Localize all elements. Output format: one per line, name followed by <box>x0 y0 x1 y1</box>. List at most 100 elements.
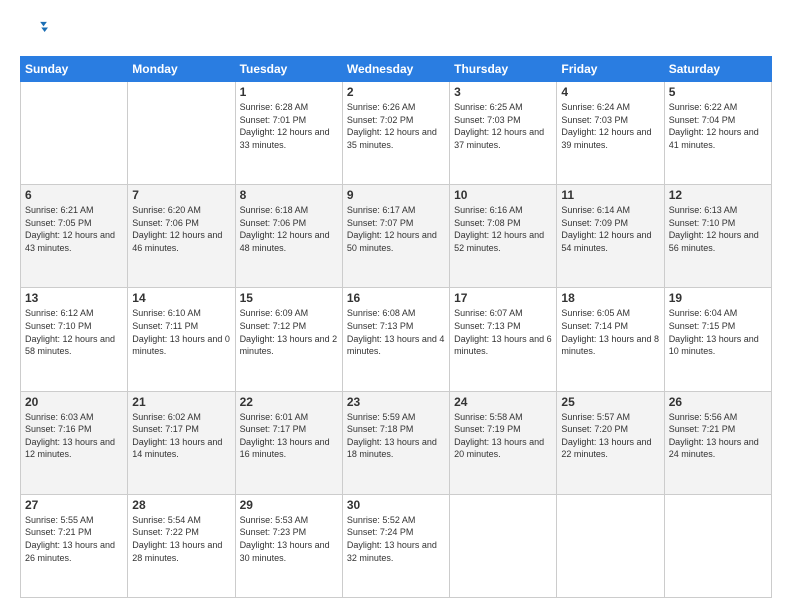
cell-info: Sunrise: 6:16 AM Sunset: 7:08 PM Dayligh… <box>454 204 552 254</box>
calendar-cell: 4 Sunrise: 6:24 AM Sunset: 7:03 PM Daylig… <box>557 82 664 185</box>
cell-info: Sunrise: 6:14 AM Sunset: 7:09 PM Dayligh… <box>561 204 659 254</box>
cell-info: Sunrise: 6:17 AM Sunset: 7:07 PM Dayligh… <box>347 204 445 254</box>
day-number: 12 <box>669 188 767 202</box>
calendar-cell: 30 Sunrise: 5:52 AM Sunset: 7:24 PM Dayli… <box>342 494 449 597</box>
week-row-4: 20 Sunrise: 6:03 AM Sunset: 7:16 PM Dayli… <box>21 391 772 494</box>
calendar-cell: 5Sunrise: 6:22 AM Sunset: 7:04 PM Daylig… <box>664 82 771 185</box>
week-row-3: 13Sunrise: 6:12 AM Sunset: 7:10 PM Dayli… <box>21 288 772 391</box>
cell-info: Sunrise: 6:09 AM Sunset: 7:12 PM Dayligh… <box>240 307 338 357</box>
day-number: 23 <box>347 395 445 409</box>
calendar-cell <box>557 494 664 597</box>
day-number: 1 <box>240 85 338 99</box>
calendar-cell: 17 Sunrise: 6:07 AM Sunset: 7:13 PM Dayli… <box>450 288 557 391</box>
day-header-friday: Friday <box>557 57 664 82</box>
calendar-cell: 10Sunrise: 6:16 AM Sunset: 7:08 PM Dayli… <box>450 185 557 288</box>
cell-info: Sunrise: 6:01 AM Sunset: 7:17 PM Dayligh… <box>240 411 338 461</box>
calendar-cell: 22 Sunrise: 6:01 AM Sunset: 7:17 PM Dayli… <box>235 391 342 494</box>
day-number: 2 <box>347 85 445 99</box>
calendar-cell: 12 Sunrise: 6:13 AM Sunset: 7:10 PM Dayli… <box>664 185 771 288</box>
calendar-cell: 27 Sunrise: 5:55 AM Sunset: 7:21 PM Dayli… <box>21 494 128 597</box>
cell-info: Sunrise: 6:28 AM Sunset: 7:01 PM Dayligh… <box>240 101 338 151</box>
calendar-cell: 20 Sunrise: 6:03 AM Sunset: 7:16 PM Dayli… <box>21 391 128 494</box>
day-number: 7 <box>132 188 230 202</box>
cell-info: Sunrise: 6:03 AM Sunset: 7:16 PM Dayligh… <box>25 411 123 461</box>
cell-info: Sunrise: 6:13 AM Sunset: 7:10 PM Dayligh… <box>669 204 767 254</box>
logo-icon <box>20 18 48 46</box>
calendar-cell <box>664 494 771 597</box>
calendar-cell: 24 Sunrise: 5:58 AM Sunset: 7:19 PM Dayli… <box>450 391 557 494</box>
calendar-cell: 14 Sunrise: 6:10 AM Sunset: 7:11 PM Dayli… <box>128 288 235 391</box>
calendar-cell: 9 Sunrise: 6:17 AM Sunset: 7:07 PM Daylig… <box>342 185 449 288</box>
day-header-sunday: Sunday <box>21 57 128 82</box>
cell-info: Sunrise: 5:54 AM Sunset: 7:22 PM Dayligh… <box>132 514 230 564</box>
cell-info: Sunrise: 5:56 AM Sunset: 7:21 PM Dayligh… <box>669 411 767 461</box>
cell-info: Sunrise: 5:58 AM Sunset: 7:19 PM Dayligh… <box>454 411 552 461</box>
calendar-cell: 8 Sunrise: 6:18 AM Sunset: 7:06 PM Daylig… <box>235 185 342 288</box>
calendar-cell: 23 Sunrise: 5:59 AM Sunset: 7:18 PM Dayli… <box>342 391 449 494</box>
cell-info: Sunrise: 5:53 AM Sunset: 7:23 PM Dayligh… <box>240 514 338 564</box>
calendar-cell: 29 Sunrise: 5:53 AM Sunset: 7:23 PM Dayli… <box>235 494 342 597</box>
calendar-cell: 25Sunrise: 5:57 AM Sunset: 7:20 PM Dayli… <box>557 391 664 494</box>
day-number: 20 <box>25 395 123 409</box>
day-number: 8 <box>240 188 338 202</box>
calendar-cell: 28 Sunrise: 5:54 AM Sunset: 7:22 PM Dayli… <box>128 494 235 597</box>
day-number: 19 <box>669 291 767 305</box>
day-header-tuesday: Tuesday <box>235 57 342 82</box>
day-header-saturday: Saturday <box>664 57 771 82</box>
cell-info: Sunrise: 6:07 AM Sunset: 7:13 PM Dayligh… <box>454 307 552 357</box>
day-number: 24 <box>454 395 552 409</box>
day-number: 15 <box>240 291 338 305</box>
cell-info: Sunrise: 6:18 AM Sunset: 7:06 PM Dayligh… <box>240 204 338 254</box>
cell-info: Sunrise: 6:04 AM Sunset: 7:15 PM Dayligh… <box>669 307 767 357</box>
cell-info: Sunrise: 6:05 AM Sunset: 7:14 PM Dayligh… <box>561 307 659 357</box>
calendar-cell <box>21 82 128 185</box>
calendar-cell: 18 Sunrise: 6:05 AM Sunset: 7:14 PM Dayli… <box>557 288 664 391</box>
day-number: 25 <box>561 395 659 409</box>
week-row-2: 6 Sunrise: 6:21 AM Sunset: 7:05 PM Daylig… <box>21 185 772 288</box>
day-header-monday: Monday <box>128 57 235 82</box>
cell-info: Sunrise: 6:25 AM Sunset: 7:03 PM Dayligh… <box>454 101 552 151</box>
calendar-cell: 15 Sunrise: 6:09 AM Sunset: 7:12 PM Dayli… <box>235 288 342 391</box>
day-number: 3 <box>454 85 552 99</box>
calendar-cell: 26Sunrise: 5:56 AM Sunset: 7:21 PM Dayli… <box>664 391 771 494</box>
day-number: 6 <box>25 188 123 202</box>
day-number: 21 <box>132 395 230 409</box>
day-number: 29 <box>240 498 338 512</box>
calendar-table: SundayMondayTuesdayWednesdayThursdayFrid… <box>20 56 772 598</box>
cell-info: Sunrise: 6:24 AM Sunset: 7:03 PM Dayligh… <box>561 101 659 151</box>
day-number: 4 <box>561 85 659 99</box>
header <box>20 18 772 46</box>
cell-info: Sunrise: 5:52 AM Sunset: 7:24 PM Dayligh… <box>347 514 445 564</box>
cell-info: Sunrise: 6:02 AM Sunset: 7:17 PM Dayligh… <box>132 411 230 461</box>
calendar-cell: 19 Sunrise: 6:04 AM Sunset: 7:15 PM Dayli… <box>664 288 771 391</box>
day-number: 16 <box>347 291 445 305</box>
page: SundayMondayTuesdayWednesdayThursdayFrid… <box>0 0 792 612</box>
cell-info: Sunrise: 6:22 AM Sunset: 7:04 PM Dayligh… <box>669 101 767 151</box>
day-number: 18 <box>561 291 659 305</box>
cell-info: Sunrise: 6:10 AM Sunset: 7:11 PM Dayligh… <box>132 307 230 357</box>
cell-info: Sunrise: 6:21 AM Sunset: 7:05 PM Dayligh… <box>25 204 123 254</box>
header-row: SundayMondayTuesdayWednesdayThursdayFrid… <box>21 57 772 82</box>
week-row-1: 1 Sunrise: 6:28 AM Sunset: 7:01 PM Daylig… <box>21 82 772 185</box>
day-number: 30 <box>347 498 445 512</box>
calendar-cell: 16Sunrise: 6:08 AM Sunset: 7:13 PM Dayli… <box>342 288 449 391</box>
logo <box>20 18 52 46</box>
day-number: 14 <box>132 291 230 305</box>
day-number: 27 <box>25 498 123 512</box>
day-number: 28 <box>132 498 230 512</box>
calendar-cell: 7Sunrise: 6:20 AM Sunset: 7:06 PM Daylig… <box>128 185 235 288</box>
day-number: 17 <box>454 291 552 305</box>
calendar-cell: 11 Sunrise: 6:14 AM Sunset: 7:09 PM Dayli… <box>557 185 664 288</box>
day-number: 13 <box>25 291 123 305</box>
calendar-cell: 21 Sunrise: 6:02 AM Sunset: 7:17 PM Dayli… <box>128 391 235 494</box>
cell-info: Sunrise: 5:55 AM Sunset: 7:21 PM Dayligh… <box>25 514 123 564</box>
day-number: 9 <box>347 188 445 202</box>
day-number: 11 <box>561 188 659 202</box>
calendar-body: 1 Sunrise: 6:28 AM Sunset: 7:01 PM Daylig… <box>21 82 772 598</box>
day-number: 22 <box>240 395 338 409</box>
calendar-cell <box>450 494 557 597</box>
calendar-cell: 13Sunrise: 6:12 AM Sunset: 7:10 PM Dayli… <box>21 288 128 391</box>
cell-info: Sunrise: 5:59 AM Sunset: 7:18 PM Dayligh… <box>347 411 445 461</box>
calendar-cell: 1 Sunrise: 6:28 AM Sunset: 7:01 PM Daylig… <box>235 82 342 185</box>
calendar-cell <box>128 82 235 185</box>
